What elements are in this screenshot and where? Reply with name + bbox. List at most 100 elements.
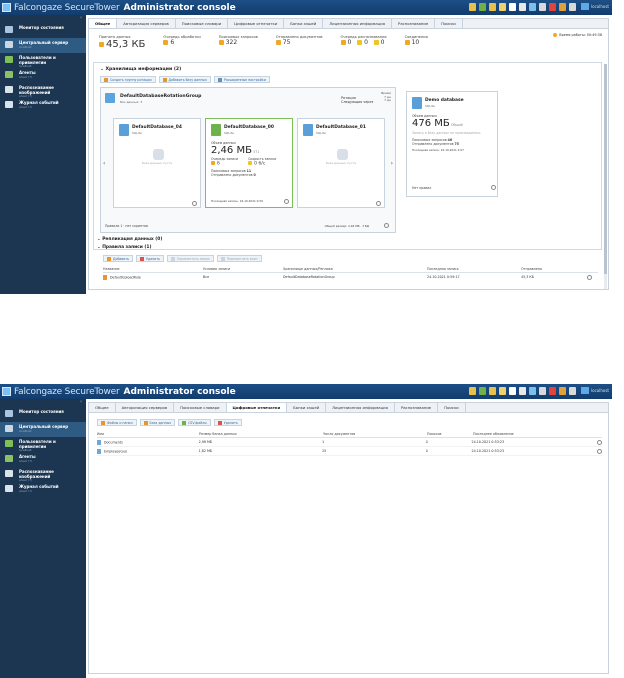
- sidebar-item-event-log[interactable]: Журнал событий агент (?): [0, 98, 86, 113]
- add-rule-button[interactable]: Добавить: [103, 255, 134, 262]
- delete-fingerprint-button[interactable]: Удалить: [213, 419, 242, 426]
- collapse-sidebar-icon[interactable]: ‹: [0, 399, 86, 407]
- toolbar-icon-7[interactable]: [529, 387, 536, 395]
- toolbar-icon-3[interactable]: [489, 387, 496, 395]
- column-header[interactable]: Условия записи: [203, 267, 283, 271]
- gear-icon[interactable]: [376, 201, 381, 206]
- column-header[interactable]: Название: [103, 267, 203, 271]
- files-folders-button[interactable]: Файлы и папки: [97, 419, 137, 426]
- tab-recognition[interactable]: Распознавание: [392, 19, 436, 28]
- column-header[interactable]: Последнее обновление: [473, 432, 583, 436]
- gear-icon[interactable]: [597, 439, 602, 445]
- host-indicator[interactable]: localhost: [581, 3, 609, 10]
- replication-section[interactable]: ⌄ Репликация данных (0): [97, 237, 162, 242]
- table-row[interactable]: DefaultUploadRule Все DefaultDatabaseRot…: [103, 273, 598, 281]
- tab-server-auth[interactable]: Авторизация серверов: [116, 403, 175, 412]
- tab-general[interactable]: Общее: [89, 403, 116, 412]
- tab-recognition[interactable]: Распознавание: [395, 403, 439, 412]
- column-header[interactable]: Последняя запись: [427, 267, 521, 271]
- toolbar-icon-5[interactable]: [509, 387, 516, 395]
- demo-database-card[interactable]: Demo database SQLite Объем данных 476 МБ…: [406, 91, 498, 197]
- database-card-00[interactable]: DefaultDatabase_00 SQLite Объем данных 2…: [205, 118, 293, 208]
- vertical-scrollbar[interactable]: [604, 64, 607, 289]
- sidebar-item-recognition[interactable]: Распознавание изображений агент (?): [0, 467, 86, 482]
- toolbar-icon-7[interactable]: [529, 3, 536, 11]
- toolbar-icon-3[interactable]: [489, 3, 496, 11]
- host-indicator[interactable]: localhost: [581, 387, 609, 394]
- collapse-sidebar-icon[interactable]: ‹: [0, 15, 86, 23]
- column-header[interactable]: Хранилище данных/Реплика: [283, 267, 427, 271]
- toolbar-icon-8[interactable]: [539, 387, 546, 395]
- toolbar-icon-4[interactable]: [499, 3, 506, 11]
- table-row[interactable]: EmployeeGuo 1,82 МБ 25 0 24.10.2021 0:53…: [97, 447, 602, 456]
- toolbar-icon-10[interactable]: [559, 387, 566, 395]
- sidebar-item-event-log[interactable]: Журнал событий агент (?): [0, 482, 86, 497]
- column-header[interactable]: Размер банка данных: [199, 432, 323, 436]
- toolbar-icon-1[interactable]: [469, 387, 476, 395]
- storage-section-title[interactable]: ⌄ Хранилища информации (2): [100, 67, 181, 72]
- tab-fingerprints[interactable]: Цифровые отпечатки: [226, 403, 288, 412]
- column-header[interactable]: Число документов: [323, 432, 427, 436]
- scroll-right-arrow[interactable]: ›: [391, 160, 393, 167]
- toolbar-icon-2[interactable]: [479, 3, 486, 11]
- move-down-button[interactable]: Переместить вниз: [216, 255, 262, 262]
- scroll-left-arrow[interactable]: ‹: [103, 160, 105, 167]
- toolbar-icon-10[interactable]: [559, 3, 566, 11]
- sidebar-item-central-server[interactable]: Центральный сервер localhost: [0, 38, 86, 53]
- database-card-01[interactable]: DefaultDatabase_01 SQLite База данных пу…: [297, 118, 385, 208]
- gear-icon[interactable]: [597, 448, 602, 454]
- toolbar-icon-5[interactable]: [509, 3, 516, 11]
- tab-searches[interactable]: Поиски: [435, 19, 463, 28]
- sidebar-item-recognition[interactable]: Распознавание изображений агент (?): [0, 83, 86, 98]
- sidebar-item-monitor[interactable]: Монитор состояния: [0, 23, 86, 38]
- scrollbar-thumb[interactable]: [604, 64, 607, 274]
- gear-icon[interactable]: [587, 274, 592, 280]
- toolbar-icon-11[interactable]: [569, 3, 576, 11]
- toolbar-icon-4[interactable]: [499, 387, 506, 395]
- toolbar-icon-9[interactable]: [549, 387, 556, 395]
- toolbar-icon-6[interactable]: [519, 387, 526, 395]
- tab-general[interactable]: Общее: [89, 19, 118, 28]
- tab-hash-banks[interactable]: Банки хэшей: [284, 19, 324, 28]
- sidebar-item-central-server[interactable]: Центральный сервер localhost: [0, 422, 86, 437]
- create-rotation-group-button[interactable]: Создать группу ротации: [100, 76, 156, 83]
- column-header[interactable]: Имя: [97, 432, 199, 436]
- database-button[interactable]: База данных: [139, 419, 176, 426]
- tab-dictionaries[interactable]: Поисковые словари: [174, 403, 227, 412]
- add-database-button[interactable]: Добавить базу данных: [158, 76, 211, 83]
- sidebar-item-monitor[interactable]: Монитор состояния: [0, 407, 86, 422]
- sidebar-item-users[interactable]: Пользователи и привилегии localhost: [0, 437, 86, 452]
- csv-files-button[interactable]: CSV-файлы: [178, 419, 211, 426]
- gear-icon[interactable]: [284, 199, 289, 204]
- sidebar-item-users[interactable]: Пользователи и привилегии localhost: [0, 53, 86, 68]
- toolbar-icon-1[interactable]: [469, 3, 476, 11]
- tab-hash-banks[interactable]: Банки хэшей: [287, 403, 327, 412]
- move-up-button[interactable]: Переместить вверх: [167, 255, 214, 262]
- gear-icon[interactable]: [491, 185, 496, 190]
- toolbar-icon-6[interactable]: [519, 3, 526, 11]
- tab-license[interactable]: Лицензионная информация: [326, 403, 395, 412]
- table-row[interactable]: Documents 2,98 МБ 1 0 24.10.2021 0:53:23: [97, 438, 602, 447]
- toolbar-icon-8[interactable]: [539, 3, 546, 11]
- gear-icon[interactable]: [192, 201, 197, 206]
- write-rules-section[interactable]: ⌄ Правила записи (1): [97, 245, 151, 250]
- column-header[interactable]: Отправлено: [521, 267, 581, 271]
- gear-icon[interactable]: [384, 223, 389, 228]
- tab-dictionaries[interactable]: Поисковые словари: [176, 19, 229, 28]
- server-icon: [581, 387, 590, 394]
- database-card-04[interactable]: DefaultDatabase_04 SQLite База данных пу…: [113, 118, 201, 208]
- delete-rule-button[interactable]: Удалить: [136, 255, 164, 262]
- toolbar-icon-9[interactable]: [549, 3, 556, 11]
- toolbar-icon-11[interactable]: [569, 387, 576, 395]
- sidebar-item-agents[interactable]: Агенты агент (?): [0, 452, 86, 467]
- column-header[interactable]: Поисков: [427, 432, 473, 436]
- tab-server-auth[interactable]: Авторизация серверов: [117, 19, 176, 28]
- tab-fingerprints[interactable]: Цифровые отпечатки: [228, 19, 285, 28]
- advanced-settings-button[interactable]: Расширенные настройки: [213, 76, 270, 83]
- tab-searches[interactable]: Поиски: [438, 403, 466, 412]
- fingerprint-docs: 25: [322, 449, 327, 453]
- sidebar-item-agents[interactable]: Агенты агент (?): [0, 68, 86, 83]
- log-icon: [5, 101, 13, 108]
- tab-license[interactable]: Лицензионная информация: [323, 19, 393, 28]
- toolbar-icon-2[interactable]: [479, 387, 486, 395]
